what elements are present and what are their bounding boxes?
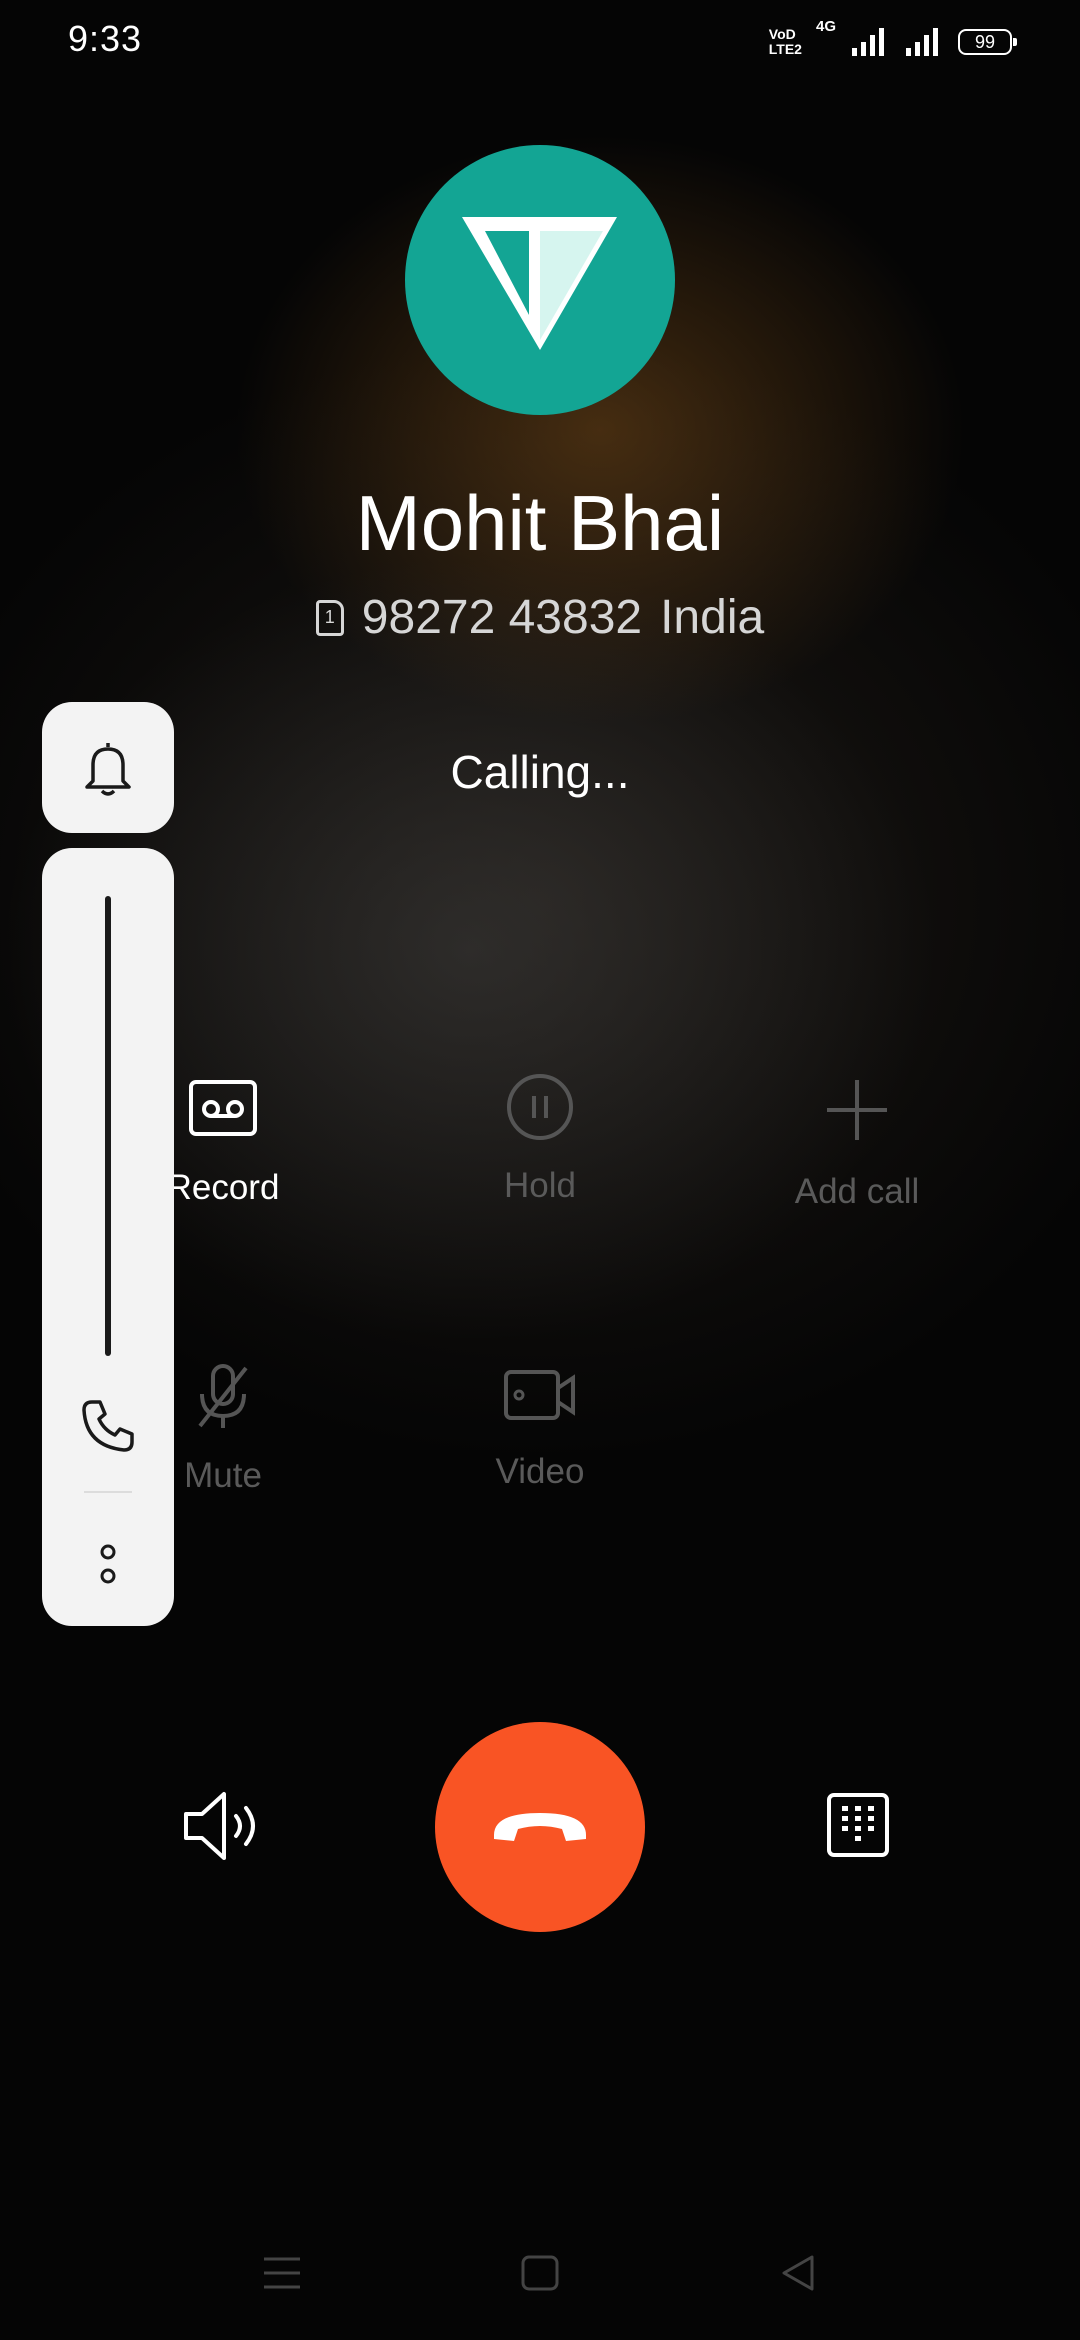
sim-slot-label: 1 (324, 607, 335, 627)
contact-name: Mohit Bhai (355, 479, 725, 567)
volume-panel (42, 848, 174, 1626)
keypad-button[interactable] (826, 1792, 890, 1858)
battery-icon: 99 (958, 29, 1017, 55)
in-call-screen: 9:33 VoD LTE2 4G 99 Mohit Bhai 1 98272 4… (0, 0, 1080, 2340)
status-bar: 9:33 VoD LTE2 4G 99 (0, 0, 1080, 80)
volte-bottom-label: LTE2 (768, 41, 802, 57)
nav-back-button[interactable] (768, 2248, 828, 2298)
volte-top-label: VoD (768, 26, 796, 42)
more-vertical-icon[interactable] (98, 1542, 118, 1586)
add-call-button[interactable]: Add call (727, 1078, 987, 1212)
network-type: 4G (815, 18, 836, 35)
nav-menu-button[interactable] (252, 2248, 312, 2298)
sim-card-icon: 1 (315, 599, 344, 636)
phone-icon (82, 1400, 134, 1452)
end-call-button[interactable] (435, 1722, 645, 1932)
bell-icon (85, 742, 131, 796)
back-icon (782, 2255, 814, 2291)
video-button[interactable]: Video (410, 1366, 670, 1492)
contact-location: India (660, 591, 765, 644)
volte-indicator: VoD LTE2 (769, 27, 802, 57)
add-call-label: Add call (794, 1172, 920, 1211)
volume-slider[interactable] (105, 896, 111, 1356)
hang-up-icon (494, 1813, 586, 1841)
dialpad-icon (827, 1793, 889, 1857)
volume-divider (84, 1491, 132, 1493)
mic-off-icon (198, 1364, 248, 1428)
video-label: Video (495, 1452, 585, 1491)
speaker-button[interactable] (180, 1788, 270, 1864)
pause-circle-icon (507, 1074, 573, 1140)
home-icon (521, 2255, 559, 2291)
speaker-icon (184, 1792, 255, 1860)
contact-avatar (405, 145, 675, 415)
hold-label: Hold (504, 1166, 576, 1205)
contact-number-row: 1 98272 43832 India (0, 590, 1080, 645)
avatar-logo-icon (462, 217, 617, 350)
contact-number: 98272 43832 (361, 591, 643, 644)
battery-level: 99 (974, 31, 996, 52)
menu-icon (264, 2257, 300, 2289)
status-icons: VoD LTE2 4G 99 (769, 18, 1017, 62)
nav-home-button[interactable] (510, 2248, 570, 2298)
hold-button[interactable]: Hold (410, 1074, 670, 1206)
ringer-mode-button[interactable] (42, 702, 174, 833)
status-time: 9:33 (68, 18, 143, 59)
signal-2-icon (904, 26, 944, 58)
signal-1-icon (850, 26, 890, 58)
plus-icon (827, 1080, 887, 1140)
voicemail-tape-icon (189, 1080, 257, 1136)
video-camera-icon (504, 1370, 575, 1420)
